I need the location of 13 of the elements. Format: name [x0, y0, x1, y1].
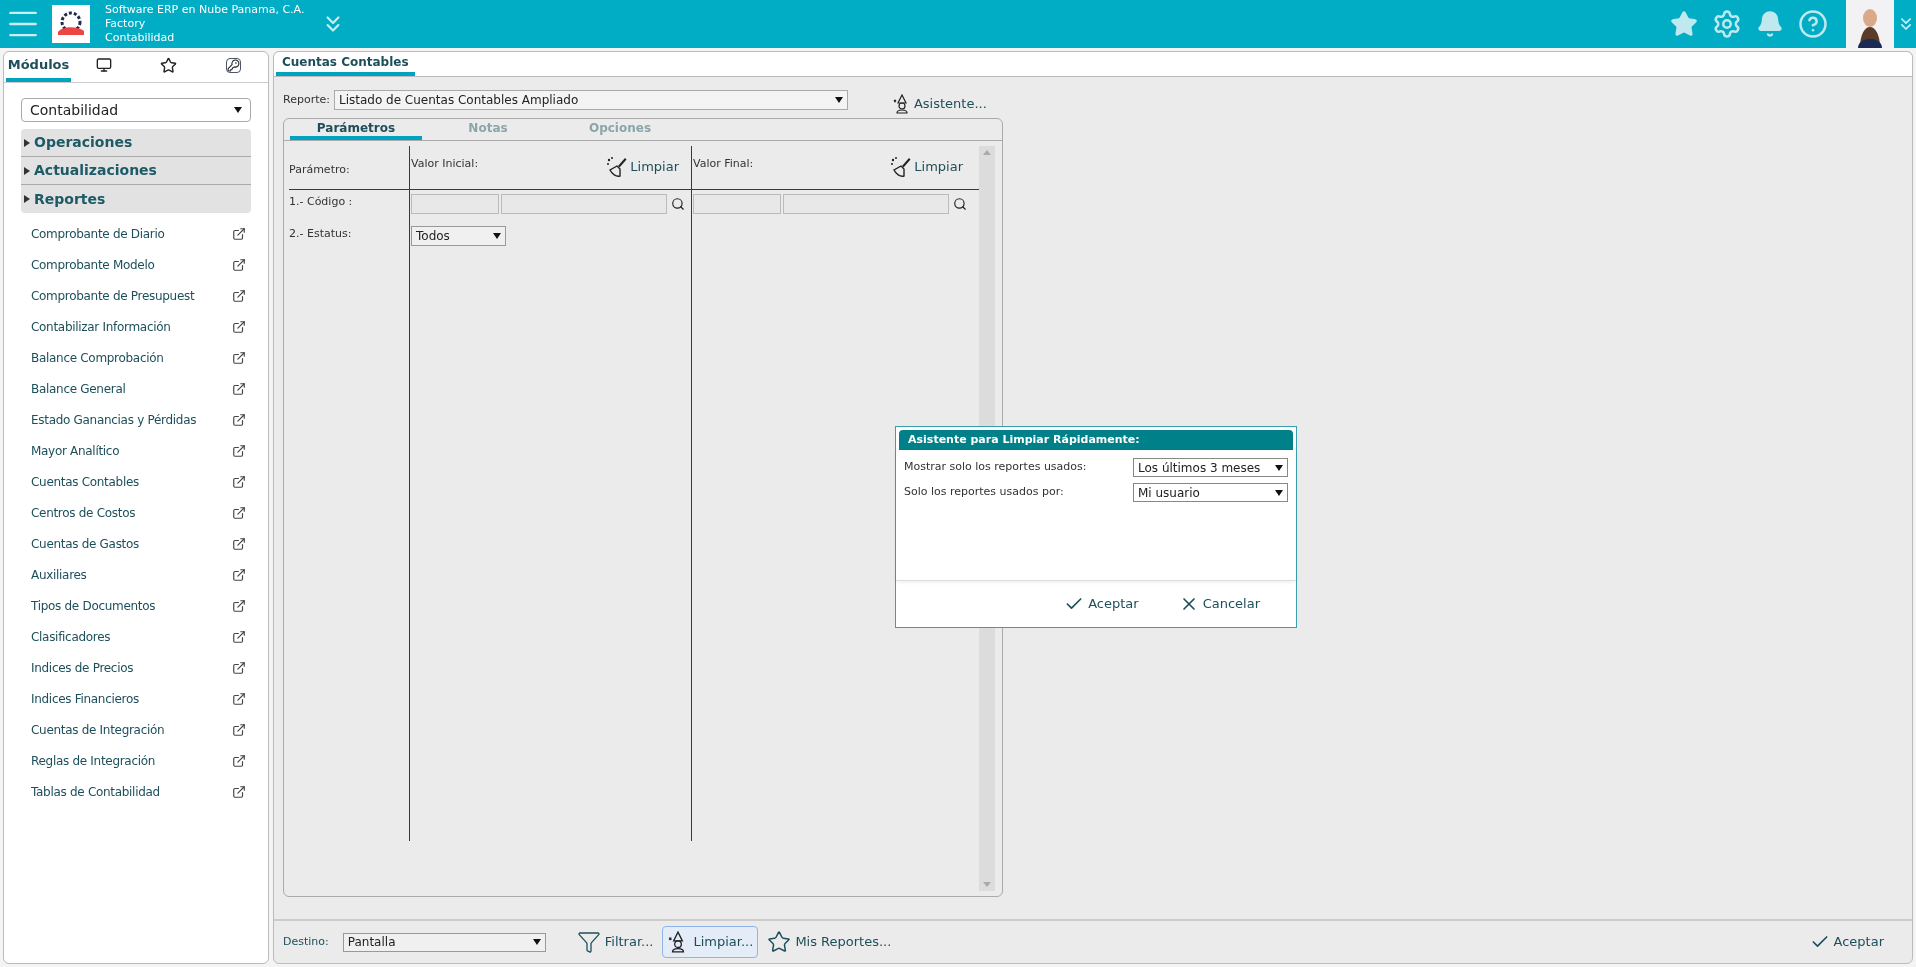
- field-label: Solo los reportes usados por:: [904, 484, 1064, 501]
- company-text: Software ERP en Nube Panama, C.A.: [105, 3, 305, 17]
- column-header: Valor Final:: [693, 156, 754, 172]
- dialog-title: Asistente para Limpiar Rápidamente:: [899, 430, 1293, 450]
- company-text: Factory: [105, 17, 147, 31]
- column-header: Valor Inicial:: [411, 156, 479, 172]
- report-label: Reporte:: [283, 91, 330, 108]
- parameter-label: 2.- Estatus:: [289, 226, 353, 242]
- field-label: Mostrar solo los reportes usados:: [904, 459, 1087, 476]
- destination-label: Destino:: [283, 933, 329, 950]
- parameter-label: 1.- Código :: [289, 194, 354, 210]
- company-text: Contabilidad: [105, 31, 176, 45]
- column-header: Parámetro:: [289, 162, 350, 179]
